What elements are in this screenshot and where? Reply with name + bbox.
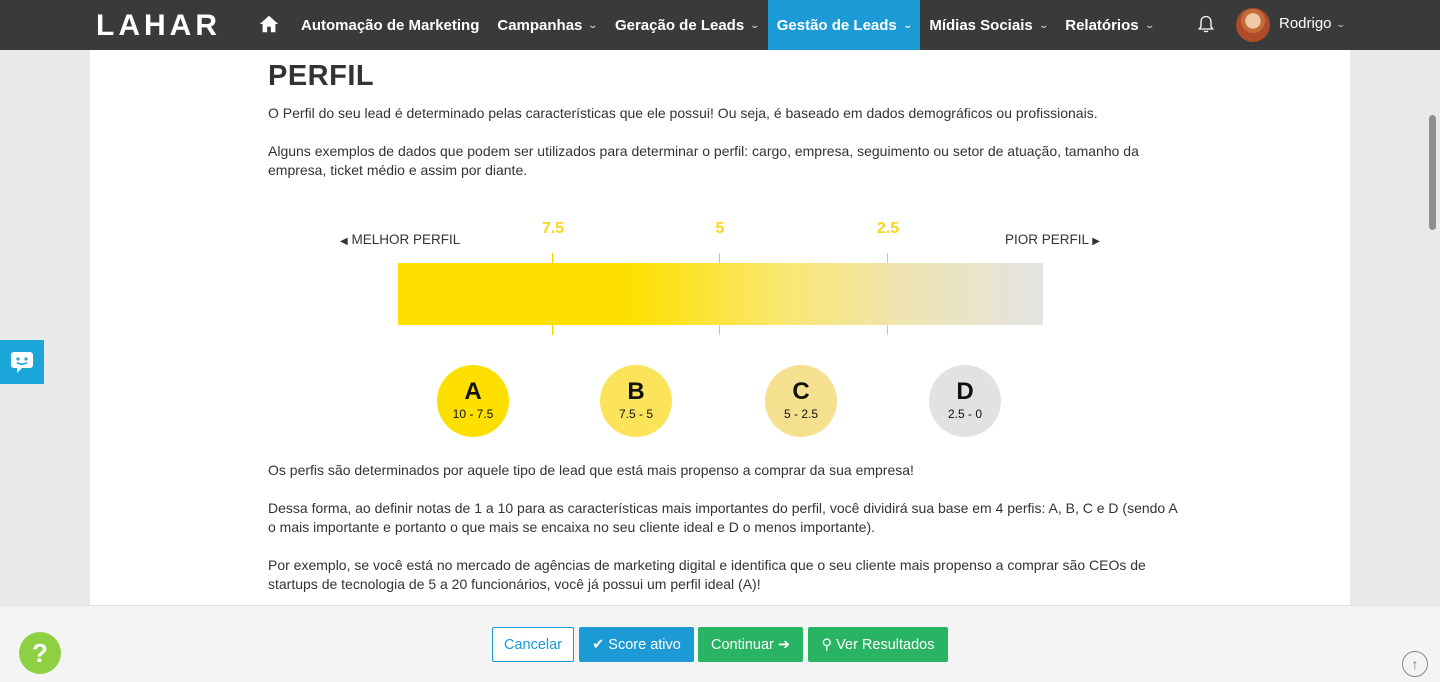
nav-relatorios[interactable]: Relatórios ⌄ (1056, 0, 1162, 50)
page-scrollbar[interactable] (1429, 115, 1436, 230)
profile-circle-a: A 10 - 7.5 (437, 365, 509, 437)
nav-geracao-leads[interactable]: Geração de Leads ⌄ (606, 0, 768, 50)
page-title: PERFIL (268, 60, 375, 92)
caret-right-icon: ▶ (1092, 236, 1100, 247)
profiles-paragraph: Os perfis são determinados por aquele ti… (268, 462, 914, 478)
intro-paragraph: O Perfil do seu lead é determinado pelas… (268, 105, 1098, 121)
tick-bottom (552, 325, 553, 335)
tick-top (552, 253, 553, 263)
chat-tab[interactable] (0, 340, 44, 384)
chat-icon (11, 352, 33, 373)
view-results-button[interactable]: ⚲ Ver Resultados (808, 627, 948, 662)
nav-midias-sociais[interactable]: Mídias Sociais ⌄ (920, 0, 1056, 50)
profile-gradient-bar (398, 263, 1043, 325)
tick-label-7-5: 7.5 (541, 220, 565, 237)
score-active-button[interactable]: ✔ Score ativo (579, 627, 694, 662)
tick-bottom (719, 325, 720, 335)
search-icon: ⚲ (821, 636, 833, 653)
example-paragraph: Por exemplo, se você está no mercado de … (268, 557, 1146, 592)
profile-circle-c: C 5 - 2.5 (765, 365, 837, 437)
best-profile-label: ◀ MELHOR PERFIL (340, 232, 461, 247)
nav-automacao-marketing[interactable]: Automação de Marketing (292, 0, 488, 50)
user-avatar[interactable] (1236, 8, 1270, 42)
profile-circle-b: B 7.5 - 5 (600, 365, 672, 437)
caret-left-icon: ◀ (340, 236, 348, 247)
cancel-button[interactable]: Cancelar (492, 627, 574, 662)
chevron-down-icon: ⌄ (902, 19, 913, 30)
chevron-down-icon: ⌄ (1144, 19, 1155, 30)
tick-top (887, 253, 888, 263)
tick-label-2-5: 2.5 (876, 220, 900, 237)
worst-profile-label: PIOR PERFIL ▶ (1005, 232, 1100, 247)
examples-paragraph: Alguns exemplos de dados que podem ser u… (268, 143, 1139, 178)
top-navbar: LAHAR Automação de Marketing Campanhas ⌄ … (0, 0, 1440, 50)
main-menu: Automação de Marketing Campanhas ⌄ Geraçã… (292, 0, 1162, 50)
chevron-down-icon: ⌄ (749, 19, 761, 30)
bell-icon[interactable] (1196, 13, 1216, 35)
arrow-up-icon[interactable]: ↑ (1402, 651, 1428, 677)
chevron-down-icon[interactable]: ⌄ (1335, 19, 1346, 30)
grades-paragraph: Dessa forma, ao definir notas de 1 a 10 … (268, 500, 1177, 535)
profile-circle-d: D 2.5 - 0 (929, 365, 1001, 437)
continue-button[interactable]: Continuar ➜ (698, 627, 803, 662)
check-icon: ✔ (592, 636, 605, 653)
help-button[interactable]: ? (19, 632, 61, 674)
chevron-down-icon: ⌄ (1038, 19, 1049, 30)
tick-bottom (887, 325, 888, 335)
tick-label-5: 5 (715, 220, 725, 237)
home-icon[interactable] (258, 13, 280, 35)
tick-top (719, 253, 720, 263)
nav-gestao-leads[interactable]: Gestão de Leads ⌄ (767, 0, 921, 50)
chevron-down-icon: ⌄ (587, 19, 599, 30)
lahar-logo[interactable]: LAHAR (96, 9, 221, 43)
user-name[interactable]: Rodrigo (1279, 15, 1332, 32)
arrow-right-icon: ➜ (777, 636, 791, 653)
nav-campanhas[interactable]: Campanhas ⌄ (488, 0, 606, 50)
